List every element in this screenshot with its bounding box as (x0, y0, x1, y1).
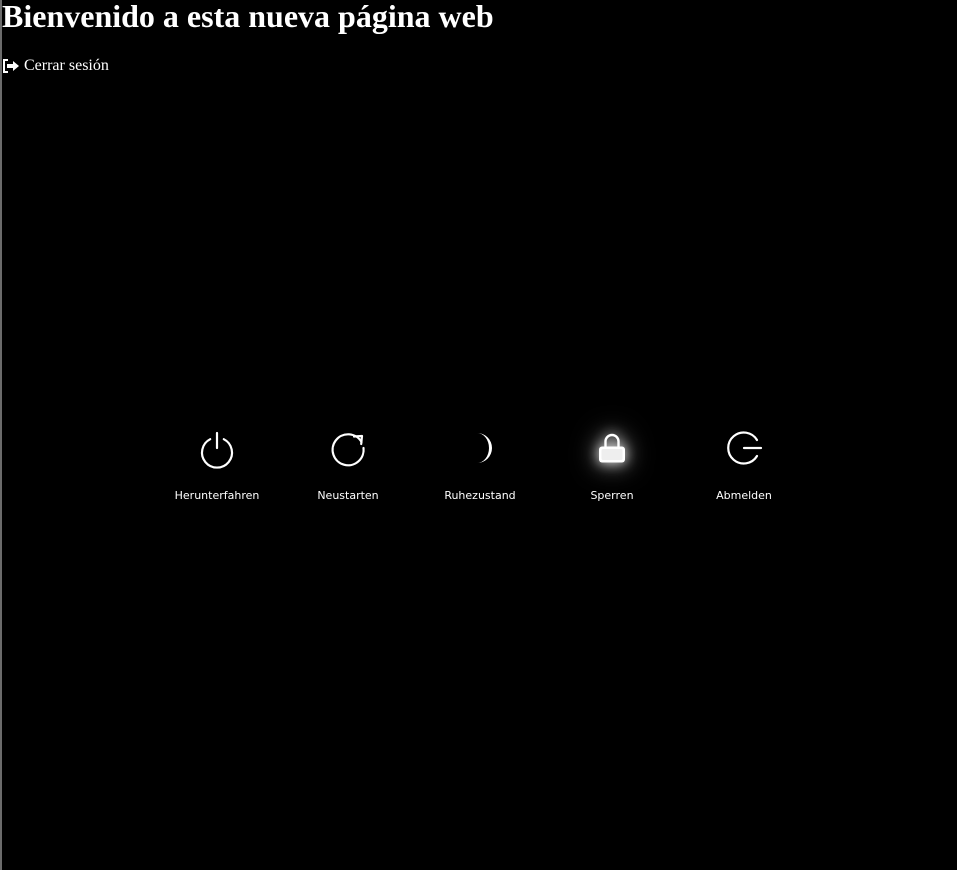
restart-icon (324, 424, 372, 472)
shutdown-label: Herunterfahren (174, 489, 260, 502)
sign-out-icon (2, 59, 20, 73)
power-icon (193, 424, 241, 472)
shutdown-button[interactable]: Herunterfahren (167, 424, 267, 510)
moon-icon (456, 424, 504, 472)
restart-label: Neustarten (317, 489, 379, 502)
restart-button[interactable]: Neustarten (298, 424, 398, 510)
hibernate-label: Ruhezustand (444, 489, 516, 502)
power-menu: Herunterfahren Neustarten Ruhezustand Sp… (0, 424, 957, 514)
logout-link-label: Cerrar sesión (24, 57, 109, 74)
hibernate-button[interactable]: Ruhezustand (430, 424, 530, 510)
lock-label: Sperren (590, 489, 634, 502)
logout-icon (720, 424, 768, 472)
logoff-button[interactable]: Abmelden (694, 424, 794, 510)
lock-button[interactable]: Sperren (562, 424, 662, 510)
lock-icon (588, 424, 636, 472)
page-title: Bienvenido a esta nueva página web (2, 0, 494, 34)
logout-link[interactable]: Cerrar sesión (2, 56, 109, 76)
logoff-label: Abmelden (716, 489, 772, 502)
